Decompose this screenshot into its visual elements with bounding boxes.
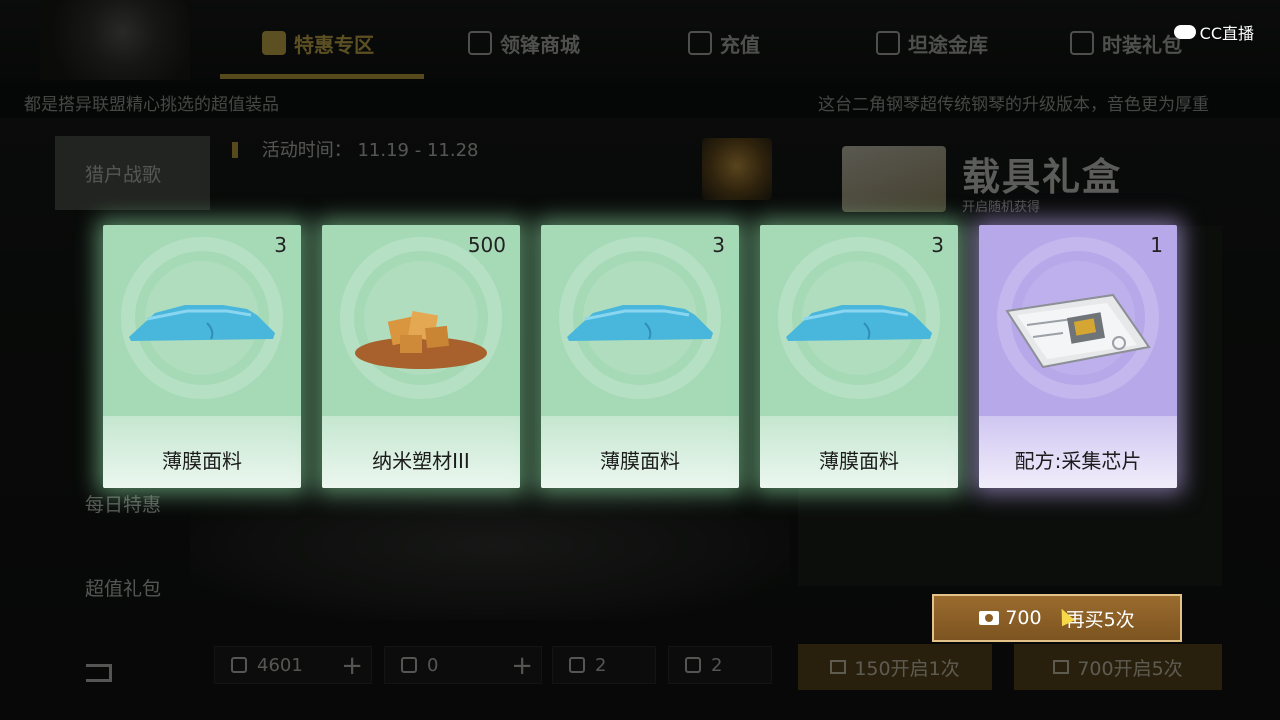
add-gear-button[interactable]: +: [341, 651, 363, 681]
npc-avatar: [702, 138, 772, 200]
gift-title: 载具礼盒: [962, 155, 1123, 199]
blueprint-icon: [1005, 293, 1151, 369]
reward-quantity: 3: [274, 233, 287, 257]
fabric-icon: [786, 305, 932, 341]
recharge-icon: [688, 31, 712, 55]
activity-time: 活动时间： 11.19 - 11.28: [232, 136, 478, 162]
card-icon: [685, 657, 701, 673]
back-icon[interactable]: [86, 664, 112, 682]
stream-watermark: CC直播: [1173, 20, 1254, 44]
ticket-icon: [979, 611, 1000, 625]
gift-subtitle: 开启随机获得: [962, 200, 1041, 215]
reward-quantity: 3: [712, 233, 725, 257]
sidebar-item-value-packs[interactable]: 超值礼包: [55, 550, 210, 624]
cloud-icon: [1173, 25, 1196, 39]
tab-fashion-packs[interactable]: 时装礼包: [1070, 26, 1182, 60]
gear-coin-icon: [231, 657, 247, 673]
top-nav-bar: 特惠专区 领锋商城 充值 坦途金库 时装礼包: [0, 0, 1280, 83]
reward-name: 薄膜面料: [162, 449, 242, 473]
fabric-icon: [129, 305, 275, 341]
tab-vault[interactable]: 坦途金库: [876, 26, 988, 60]
reward-name: 薄膜面料: [819, 449, 899, 473]
currency-ticket: 0 +: [384, 646, 542, 684]
open-five-button[interactable]: 700开启5次: [1014, 644, 1222, 690]
tab-special-offers[interactable]: 特惠专区: [262, 26, 374, 60]
buy-again-button[interactable]: 700 再买5次: [932, 594, 1182, 642]
active-tab-underline: [220, 74, 424, 79]
character-portrait: [40, 0, 190, 80]
ticket-icon: [830, 660, 847, 674]
ticket-icon: [401, 657, 417, 673]
fabric-icon: [567, 305, 713, 341]
gift-box-image: [842, 146, 946, 212]
tab-recharge[interactable]: 充值: [688, 26, 760, 60]
announcement-ticker: 都是搭异联盟精心挑选的超值装品 这台二角钢琴超传统钢琴的升级版本，音色更为厚重: [0, 82, 1280, 118]
reward-name: 配方:采集芯片: [1014, 449, 1142, 473]
vehicle-image: [190, 470, 790, 620]
reward-card[interactable]: 500 纳米塑材III: [322, 225, 520, 488]
open-once-button[interactable]: 150开启1次: [798, 644, 992, 690]
currency-gear: 4601 +: [214, 646, 372, 684]
ticker-left-text: 都是搭异联盟精心挑选的超值装品: [24, 95, 279, 115]
sidebar-item-hunter-song[interactable]: 猎户战歌: [55, 136, 210, 210]
reward-card[interactable]: 1 配方:采集芯片: [979, 225, 1177, 488]
mall-icon: [468, 31, 492, 55]
card-icon: [569, 657, 585, 673]
reward-card[interactable]: 3 薄膜面料: [760, 225, 958, 488]
vault-icon: [876, 31, 900, 55]
info-icon: [232, 142, 238, 158]
reward-quantity: 500: [467, 233, 506, 257]
buy-again-label: 再买5次: [1065, 608, 1135, 631]
reward-name: 薄膜面料: [600, 449, 680, 473]
ticket-icon: [1053, 660, 1070, 674]
reward-name: 纳米塑材III: [372, 449, 470, 473]
nano-plastic-icon: [355, 310, 487, 369]
currency-card-b: 2: [668, 646, 772, 684]
shirt-icon: [1070, 31, 1094, 55]
currency-card-a: 2: [552, 646, 656, 684]
ticker-right-text: 这台二角钢琴超传统钢琴的升级版本，音色更为厚重: [818, 95, 1209, 115]
reward-card[interactable]: 3 薄膜面料: [103, 225, 301, 488]
reward-quantity: 1: [1150, 233, 1163, 257]
reward-quantity: 3: [931, 233, 944, 257]
buy-again-price: 700: [1005, 607, 1042, 629]
tab-leader-mall[interactable]: 领锋商城: [468, 26, 580, 60]
add-ticket-button[interactable]: +: [511, 651, 533, 681]
shopping-bag-icon: [262, 31, 286, 55]
reward-card[interactable]: 3 薄膜面料: [541, 225, 739, 488]
